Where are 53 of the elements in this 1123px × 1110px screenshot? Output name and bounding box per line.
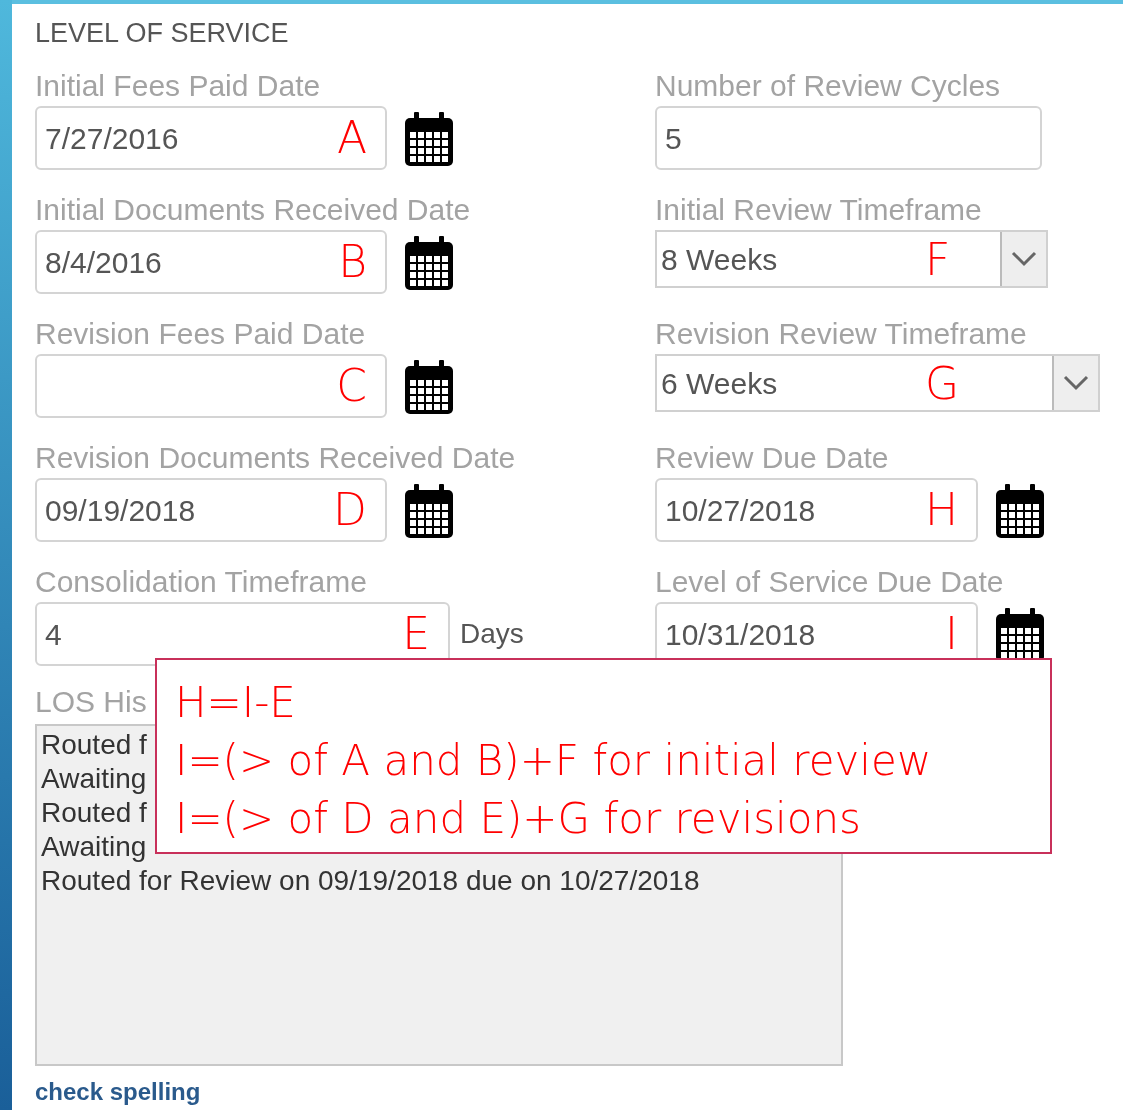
field-label: Number of Review Cycles [655, 68, 1002, 104]
field-value: 10/27/2018 [665, 492, 816, 529]
calendar-icon[interactable] [405, 482, 453, 538]
dropdown-arrow-button[interactable] [1000, 232, 1046, 286]
field-value: 5 [665, 120, 682, 157]
input-field[interactable]: 10/27/2018 H [655, 478, 978, 542]
check-spelling-link[interactable]: check spelling [35, 1074, 201, 1110]
field-label: Revision Fees Paid Date [35, 316, 367, 352]
dropdown-arrow-button[interactable] [1052, 356, 1098, 410]
input-field[interactable]: 8/4/2016 B [35, 230, 387, 294]
input-field[interactable]: 09/19/2018 D [35, 478, 387, 542]
history-line: Routed f [41, 728, 147, 762]
unit-label: Days [460, 617, 524, 651]
field-value: 8/4/2016 [45, 244, 162, 281]
annotation-letter: F [925, 234, 951, 286]
field-label: Revision Documents Received Date [35, 440, 517, 476]
field-label: Review Due Date [655, 440, 890, 476]
calendar-icon[interactable] [405, 358, 453, 414]
field-value: 10/31/2018 [665, 616, 816, 653]
history-line: Routed for Review on 09/19/2018 due on 10/27/2018 [41, 864, 700, 898]
calendar-icon[interactable] [405, 234, 453, 290]
annotation-letter: C [336, 360, 367, 412]
field-label: Consolidation Timeframe [35, 564, 368, 600]
annotation-letter: D [333, 484, 367, 536]
input-field[interactable]: 4 E [35, 602, 450, 666]
section-title: LEVEL OF SERVICE [35, 18, 289, 48]
input-field[interactable]: 7/27/2016 A [35, 106, 387, 170]
field-label: Level of Service Due Date [655, 564, 1005, 600]
annotation-letter: H [924, 484, 958, 536]
history-line: Awaiting [41, 830, 147, 864]
dropdown[interactable]: 6 Weeks G [655, 354, 1100, 412]
chevron-down-icon [1063, 375, 1089, 391]
field-label: Initial Fees Paid Date [35, 68, 322, 104]
chevron-down-icon [1011, 251, 1037, 267]
history-line: Awaiting [41, 762, 147, 796]
annotation-letter: I [945, 608, 958, 660]
annotation-letter: E [402, 608, 430, 660]
dropdown[interactable]: 8 Weeks F [655, 230, 1048, 288]
field-label: Initial Review Timeframe [655, 192, 983, 228]
field-label: LOS His [35, 684, 147, 720]
field-label: Initial Documents Received Date [35, 192, 472, 228]
field-value: 09/19/2018 [45, 492, 196, 529]
field-label: Revision Review Timeframe [655, 316, 1028, 352]
history-line: Routed f [41, 796, 147, 830]
field-value: 4 [45, 616, 62, 653]
calendar-icon[interactable] [405, 110, 453, 166]
field-value: 7/27/2016 [45, 120, 179, 157]
annotation-letter: A [336, 112, 367, 164]
annotation-letter: G [925, 358, 960, 410]
input-field[interactable]: 5 [655, 106, 1042, 170]
annotation-letter: B [338, 236, 367, 288]
input-field[interactable]: C [35, 354, 387, 418]
calendar-icon[interactable] [996, 482, 1044, 538]
